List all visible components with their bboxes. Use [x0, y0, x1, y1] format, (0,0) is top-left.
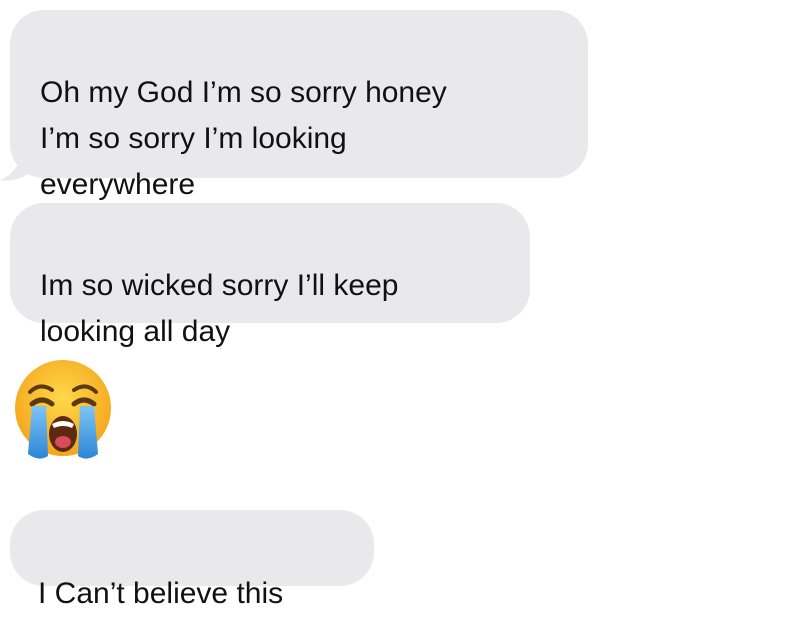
message-text: Im so wicked sorry I’ll keep looking all… — [40, 269, 399, 348]
loudly-crying-face-icon — [15, 360, 111, 459]
message-bubble-received-2[interactable]: Im so wicked sorry I’ll keep looking all… — [10, 203, 530, 348]
emoji-message[interactable] — [12, 358, 114, 462]
message-text: I Can’t believe this — [38, 577, 284, 610]
message-text: Oh my God I’m so sorry honey I’m so sorr… — [40, 76, 447, 201]
message-bubble-received-1[interactable]: Oh my God I’m so sorry honey I’m so sorr… — [10, 10, 588, 201]
message-thread: Oh my God I’m so sorry honey I’m so sorr… — [0, 0, 800, 610]
message-bubble-received-3[interactable]: I Can’t believe this — [10, 510, 374, 610]
